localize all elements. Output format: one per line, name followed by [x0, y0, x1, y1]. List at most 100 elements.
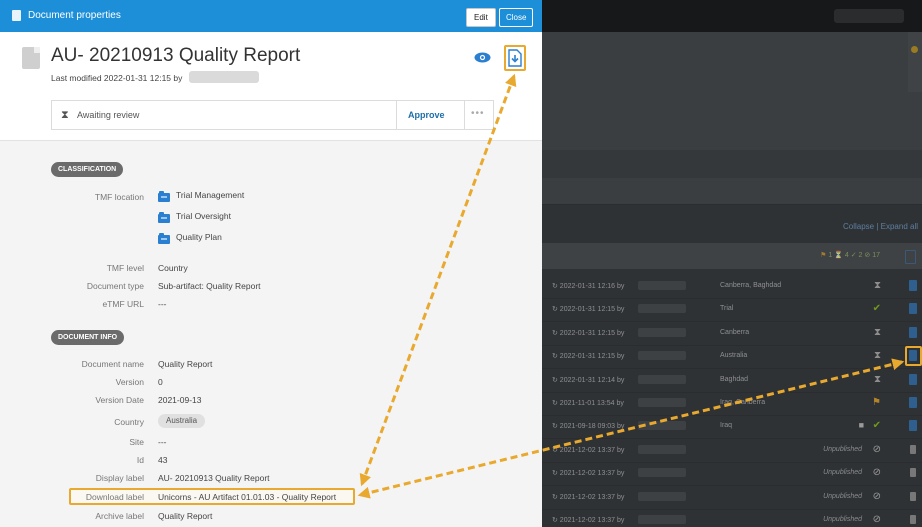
- row-status-icon: ✔: [872, 420, 881, 432]
- table-row[interactable]: ↻ 2021-12-02 13:37 by Unpublished ⊘: [542, 462, 922, 487]
- document-name-value: Quality Report: [158, 359, 213, 369]
- more-options-button[interactable]: •••: [471, 108, 485, 119]
- folder-icon: [158, 233, 170, 244]
- background-toolbar-block: [542, 92, 922, 151]
- panel-title: Document properties: [28, 10, 121, 21]
- display-label-label: Display label: [95, 473, 144, 483]
- table-row[interactable]: ↻ 2021-12-02 13:37 by Unpublished ⊘: [542, 439, 922, 463]
- edit-button[interactable]: Edit: [466, 8, 496, 27]
- redacted-user-name: [638, 281, 686, 290]
- delete-icon[interactable]: [910, 515, 916, 524]
- document-type-value: Sub-artifact: Quality Report: [158, 281, 261, 291]
- tmf-location-item[interactable]: Trial Oversight: [176, 211, 231, 221]
- review-status: Awaiting review: [77, 110, 140, 120]
- row-timestamp: ↻ 2022-01-31 12:15 by: [552, 329, 625, 337]
- table-row[interactable]: ↻ 2022-01-31 12:16 by Canberra, Baghdad ⧗: [542, 275, 922, 299]
- document-info-badge: DOCUMENT INFO: [51, 330, 125, 345]
- download-label-value: Unicorns - AU Artifact 01.01.03 - Qualit…: [158, 492, 337, 502]
- archive-label-label: Archive label: [95, 511, 144, 521]
- background-top-bar: [542, 0, 922, 32]
- summary-counts: 1 ⏳ 4 ✓ 2 ⊘ 17: [828, 252, 880, 259]
- row-location: Baghdad: [720, 375, 749, 383]
- last-modified: Last modified 2022-01-31 12:15 by: [51, 73, 183, 83]
- archive-label-value: Quality Report: [158, 511, 213, 521]
- download-icon[interactable]: [909, 420, 917, 432]
- row-status-icon: ⚑: [872, 397, 881, 408]
- redacted-user-name: [638, 421, 686, 431]
- folder-icon: [158, 212, 170, 223]
- download-icon[interactable]: [909, 397, 917, 408]
- row-status-icon: ⧗: [873, 326, 881, 338]
- row-timestamp: ↻ 2021-12-02 13:37 by: [552, 517, 625, 524]
- row-timestamp: ↻ 2022-01-31 12:15 by: [552, 353, 625, 361]
- summary-row: ⚑ 1 ⏳ 4 ✓ 2 ⊘ 17: [542, 243, 922, 269]
- document-properties-panel: Document properties Edit Close AU- 20210…: [0, 0, 542, 527]
- panel-titlebar: Document properties Edit Close: [0, 0, 542, 32]
- etmf-url-value: ---: [158, 299, 167, 309]
- document-type-label: Document type: [86, 281, 144, 291]
- folder-icon: [158, 191, 170, 202]
- table-row[interactable]: ↻ 2022-01-31 12:15 by Trial ✔: [542, 298, 922, 323]
- row-timestamp: ↻ 2021-12-02 13:37 by: [552, 470, 625, 478]
- download-icon[interactable]: [909, 326, 917, 338]
- table-row[interactable]: ↻ 2022-01-31 12:15 by Canberra ⧗: [542, 322, 922, 346]
- row-location: Iraq: [720, 422, 733, 430]
- download-label-label: Download label: [85, 492, 144, 502]
- unpublished-label: Unpublished: [823, 492, 862, 500]
- table-row[interactable]: ↻ 2022-01-31 12:15 by Australia ⧗: [542, 345, 922, 370]
- version-label: Version: [115, 377, 144, 387]
- summary-download-icon[interactable]: [905, 250, 916, 264]
- etmf-url-label: eTMF URL: [102, 299, 144, 309]
- background-user-pill: [834, 9, 904, 23]
- document-title: AU- 20210913 Quality Report: [51, 45, 301, 66]
- row-timestamp: ↻ 2021-12-02 13:37 by: [552, 446, 625, 454]
- tmf-level-label: TMF level: [106, 263, 144, 273]
- row-location: Trial: [720, 305, 734, 313]
- table-row[interactable]: ↻ 2021-09-18 09:03 by Iraq ■ ✔: [542, 415, 922, 440]
- row-timestamp: ↻ 2022-01-31 12:15 by: [552, 306, 625, 314]
- delete-icon[interactable]: [910, 468, 916, 478]
- tmf-location-item[interactable]: Quality Plan: [176, 232, 222, 242]
- tmf-location-label: TMF location: [94, 192, 144, 202]
- row-status-icon: ⊘: [872, 443, 881, 455]
- row-location: Australia: [720, 352, 748, 360]
- row-location: Iraq, Canberra: [720, 399, 766, 406]
- redacted-user-name: [638, 374, 686, 384]
- background-document-list: Collapse | Expand all ⚑ 1 ⏳ 4 ✓ 2 ⊘ 17 ↻…: [542, 0, 922, 527]
- unpublished-label: Unpublished: [823, 516, 862, 523]
- delete-icon[interactable]: [910, 444, 916, 454]
- row-status-icon: ⊘: [872, 467, 881, 479]
- table-row[interactable]: ↻ 2021-12-02 13:37 by Unpublished ⊘: [542, 486, 922, 510]
- close-button[interactable]: Close: [499, 8, 534, 27]
- version-date-label: Version Date: [95, 395, 144, 405]
- row-timestamp: ↻ 2022-01-31 12:16 by: [552, 283, 625, 290]
- redacted-user-name: [638, 304, 686, 314]
- review-divider: [464, 101, 465, 129]
- download-icon[interactable]: [909, 280, 917, 291]
- preview-eye-icon[interactable]: [474, 52, 491, 63]
- row-status-icon: ⊘: [872, 514, 881, 525]
- background-nav-block: [542, 150, 922, 179]
- approve-button[interactable]: Approve: [408, 110, 445, 120]
- id-label: Id: [136, 455, 144, 465]
- table-row[interactable]: ↻ 2021-11-01 13:54 by Iraq, Canberra ⚑: [542, 392, 922, 416]
- file-icon: [22, 47, 40, 69]
- download-button[interactable]: [504, 45, 526, 71]
- delete-icon[interactable]: [910, 491, 916, 501]
- tmf-location-item[interactable]: Trial Management: [176, 190, 244, 200]
- row-status-icon: ⧗: [873, 373, 881, 385]
- download-icon[interactable]: [909, 373, 917, 385]
- hourglass-icon: ⧗: [61, 109, 69, 121]
- row-timestamp: ↻ 2021-11-01 13:54 by: [552, 400, 624, 407]
- table-row[interactable]: ↻ 2022-01-31 12:14 by Baghdad ⧗: [542, 369, 922, 393]
- collapse-expand-link[interactable]: Collapse | Expand all: [843, 222, 918, 231]
- background-header-block: [542, 32, 922, 93]
- row-timestamp: ↻ 2022-01-31 12:14 by: [552, 376, 625, 384]
- download-icon[interactable]: [909, 303, 917, 315]
- site-label: Site: [129, 437, 144, 447]
- id-value: 43: [158, 455, 168, 465]
- row-location: Canberra, Baghdad: [720, 282, 782, 289]
- table-row[interactable]: ↻ 2021-12-02 13:37 by Unpublished ⊘: [542, 509, 922, 527]
- row-location: Canberra: [720, 328, 750, 336]
- lock-icon: ■: [858, 420, 864, 431]
